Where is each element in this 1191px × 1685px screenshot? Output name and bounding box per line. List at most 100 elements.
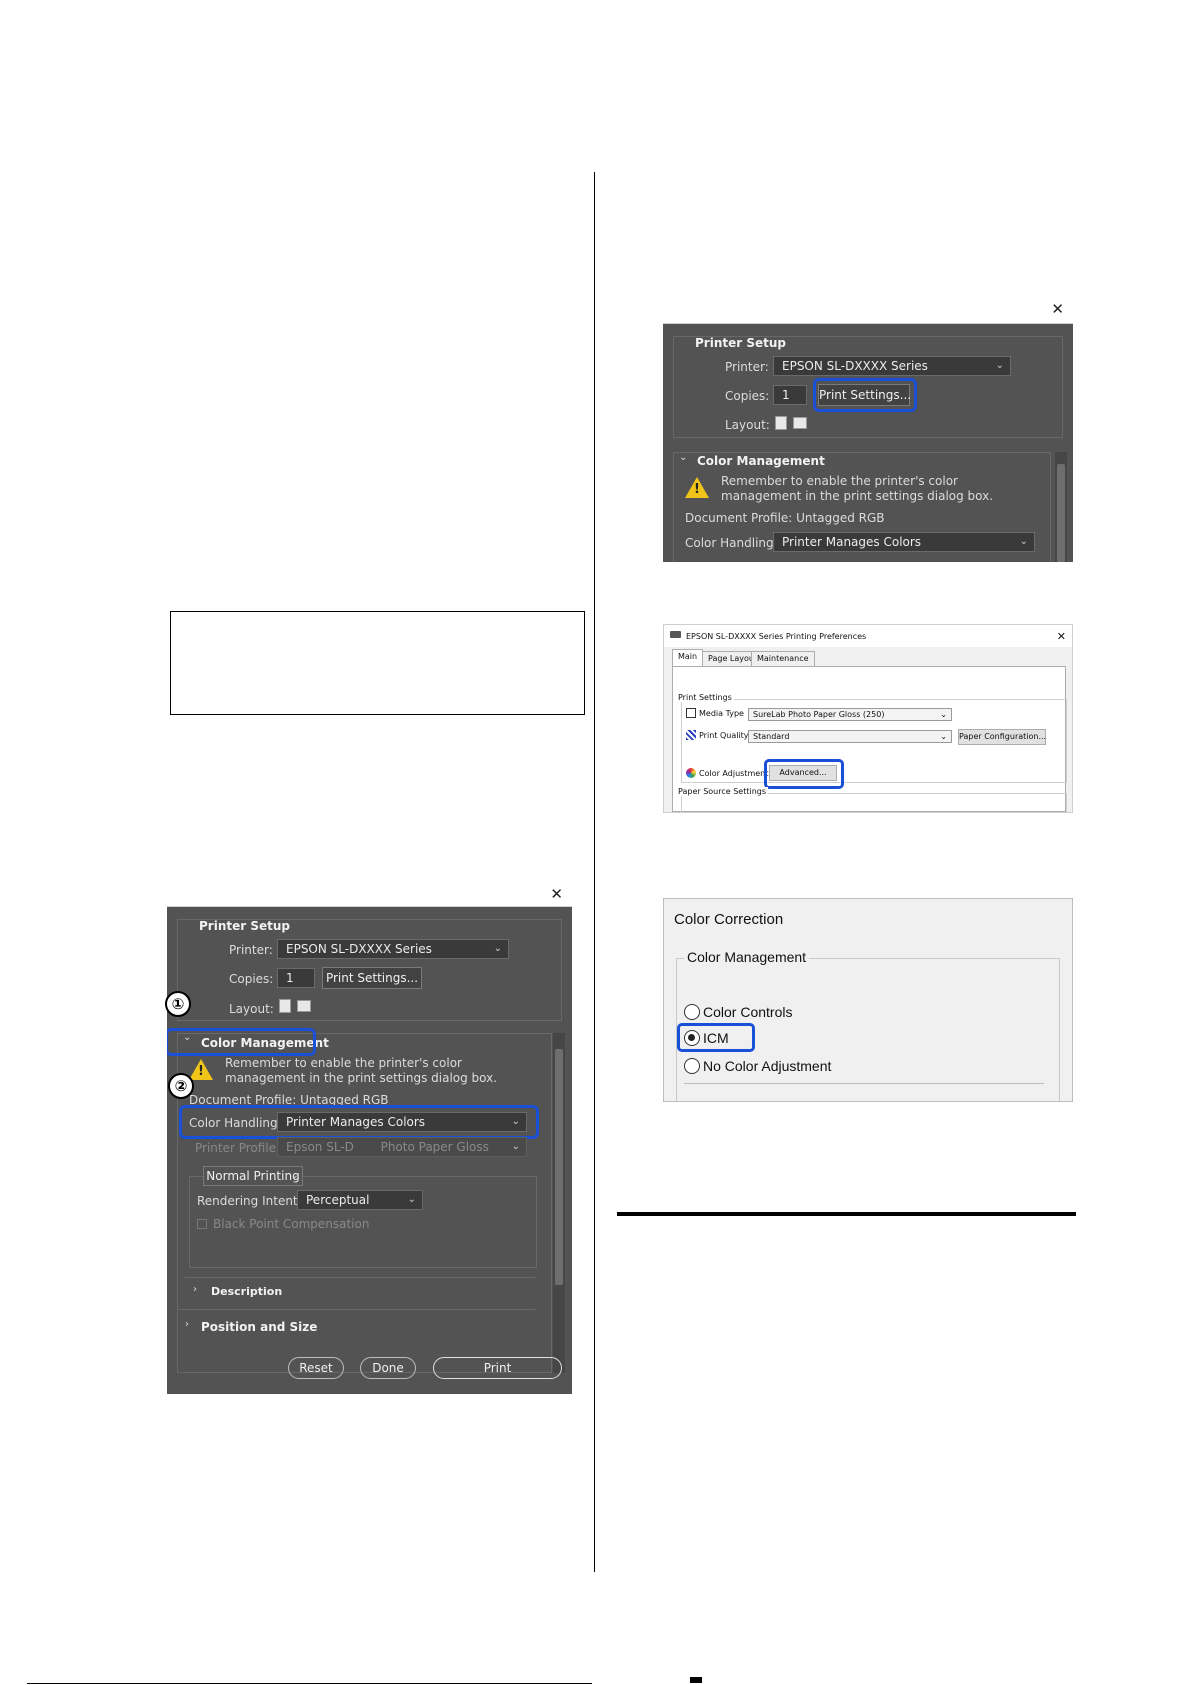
close-icon[interactable]: ✕ — [1057, 630, 1066, 643]
portrait-icon[interactable] — [775, 416, 787, 430]
description-section[interactable]: Description — [211, 1285, 282, 1298]
close-icon[interactable]: ✕ — [1051, 302, 1064, 317]
black-point-label: Black Point Compensation — [213, 1217, 370, 1231]
color-adjustment-label: Color Adjustment — [699, 769, 769, 778]
color-adjustment-icon — [686, 768, 696, 778]
tab-main[interactable]: Main — [672, 649, 704, 667]
description-divider — [185, 1277, 535, 1278]
rendering-intent-select[interactable]: Perceptual ⌄ — [297, 1190, 423, 1210]
color-handling-value: Printer Manages Colors — [782, 535, 922, 549]
close-icon[interactable]: ✕ — [550, 887, 563, 902]
printer-setup-heading: Printer Setup — [199, 919, 290, 933]
print-dialog-top: ✕ Printer Setup Printer: EPSON SL-DXXXX … — [663, 294, 1073, 562]
color-correction-dialog: Color Correction Color Management Color … — [663, 898, 1073, 1102]
highlight-advanced — [764, 759, 844, 789]
copies-input[interactable]: 1 — [773, 385, 807, 405]
layout-label: Layout: — [725, 418, 770, 432]
black-point-checkbox — [197, 1219, 207, 1229]
landscape-icon[interactable] — [793, 417, 807, 429]
highlight-color-management — [167, 1028, 316, 1056]
dialog-titlebar — [663, 294, 1073, 324]
warning-icon — [685, 477, 709, 498]
chevron-down-icon: ⌄ — [511, 1141, 520, 1152]
color-management-heading[interactable]: Color Management — [697, 454, 825, 468]
rendering-intent-value: Perceptual — [306, 1193, 370, 1207]
print-quality-select[interactable]: Standard ⌄ — [748, 730, 952, 743]
step-1-marker: ① — [165, 991, 191, 1017]
chevron-right-icon[interactable]: › — [185, 1319, 189, 1330]
print-settings-heading: Print Settings — [678, 693, 734, 702]
media-type-icon — [686, 708, 696, 718]
chevron-down-icon: ⌄ — [407, 1194, 416, 1205]
chevron-down-icon: ⌄ — [493, 943, 502, 954]
warning-text-line2: management in the print settings dialog … — [225, 1071, 498, 1085]
printer-label: Printer: — [725, 360, 769, 374]
highlight-icm — [677, 1023, 755, 1052]
chevron-right-icon[interactable]: › — [193, 1284, 197, 1295]
dialog-title: EPSON SL-DXXXX Series Printing Preferenc… — [686, 632, 867, 641]
print-quality-label: Print Quality — [699, 731, 749, 740]
highlight-color-handling — [179, 1105, 539, 1139]
paper-source-group — [681, 793, 1067, 812]
normal-printing-select[interactable]: Normal Printing ⌄ — [203, 1166, 303, 1186]
printer-icon — [670, 631, 681, 638]
radio-no-color-adjustment[interactable] — [684, 1058, 700, 1074]
warning-text-line2: management in the print settings dialog … — [721, 489, 994, 503]
printer-select[interactable]: EPSON SL-DXXXX Series ⌄ — [773, 356, 1011, 376]
copies-label: Copies: — [229, 972, 274, 986]
color-handling-select[interactable]: Printer Manages Colors ⌄ — [773, 532, 1035, 552]
landscape-icon[interactable] — [297, 1000, 311, 1012]
reset-button[interactable]: Reset — [288, 1357, 344, 1379]
print-settings-button[interactable]: Print Settings... — [322, 967, 422, 989]
normal-printing-value: Normal Printing — [206, 1169, 300, 1183]
tab-maintenance[interactable]: Maintenance — [751, 651, 815, 666]
group-divider — [684, 1083, 1044, 1084]
warning-icon — [189, 1059, 213, 1080]
position-divider — [177, 1309, 535, 1310]
footer-rule — [27, 1683, 592, 1684]
chevron-down-icon[interactable]: ⌄ — [679, 452, 687, 463]
copies-label: Copies: — [725, 389, 770, 403]
option-color-controls[interactable]: Color Controls — [703, 1004, 792, 1020]
print-quality-value: Standard — [753, 732, 790, 741]
portrait-icon[interactable] — [279, 999, 291, 1013]
printing-preferences-dialog: EPSON SL-DXXXX Series Printing Preferenc… — [663, 624, 1073, 813]
chevron-down-icon: ⌄ — [1019, 536, 1028, 547]
media-type-select[interactable]: SureLab Photo Paper Gloss (250) ⌄ — [748, 708, 952, 721]
print-dialog-main: ✕ Printer Setup Printer: EPSON SL-DXXXX … — [167, 881, 572, 1394]
option-no-color-adjustment[interactable]: No Color Adjustment — [703, 1058, 831, 1074]
chevron-down-icon: ⌄ — [940, 732, 947, 741]
printer-select-value: EPSON SL-DXXXX Series — [782, 359, 928, 373]
scrollbar-thumb[interactable] — [1057, 464, 1065, 562]
footer-mark — [690, 1677, 702, 1683]
radio-color-controls[interactable] — [684, 1004, 700, 1020]
print-quality-icon — [686, 730, 696, 740]
printer-select[interactable]: EPSON SL-DXXXX Series ⌄ — [277, 939, 509, 959]
section-rule — [617, 1212, 1076, 1216]
color-handling-label: Color Handling: — [685, 536, 778, 550]
print-button[interactable]: Print — [433, 1357, 562, 1379]
note-box — [170, 611, 585, 715]
printer-profile-value: Epson SL-D Photo Paper Gloss — [286, 1140, 489, 1154]
main-tab-panel: Print Settings Media Type SureLab Photo … — [672, 666, 1067, 812]
printer-label: Printer: — [229, 943, 273, 957]
highlight-print-settings — [813, 378, 917, 412]
scrollbar-thumb[interactable] — [555, 1049, 563, 1285]
dialog-titlebar — [167, 881, 572, 907]
step-2-marker: ② — [168, 1073, 194, 1099]
paper-source-heading: Paper Source Settings — [678, 787, 769, 796]
chevron-down-icon: ⌄ — [995, 360, 1004, 371]
color-management-heading: Color Management — [684, 949, 810, 965]
copies-input[interactable]: 1 — [277, 968, 315, 988]
warning-text-line1: Remember to enable the printer's color — [225, 1056, 462, 1070]
column-divider — [594, 172, 595, 1572]
media-type-value: SureLab Photo Paper Gloss (250) — [753, 710, 885, 719]
done-button[interactable]: Done — [360, 1357, 416, 1379]
warning-text-line1: Remember to enable the printer's color — [721, 474, 958, 488]
chevron-down-icon: ⌄ — [940, 710, 947, 719]
position-size-section[interactable]: Position and Size — [201, 1320, 317, 1334]
paper-configuration-button[interactable]: Paper Configuration... — [958, 729, 1046, 745]
printer-setup-heading: Printer Setup — [695, 336, 786, 350]
layout-label: Layout: — [229, 1002, 274, 1016]
printer-profile-label: Printer Profile: — [195, 1141, 281, 1155]
